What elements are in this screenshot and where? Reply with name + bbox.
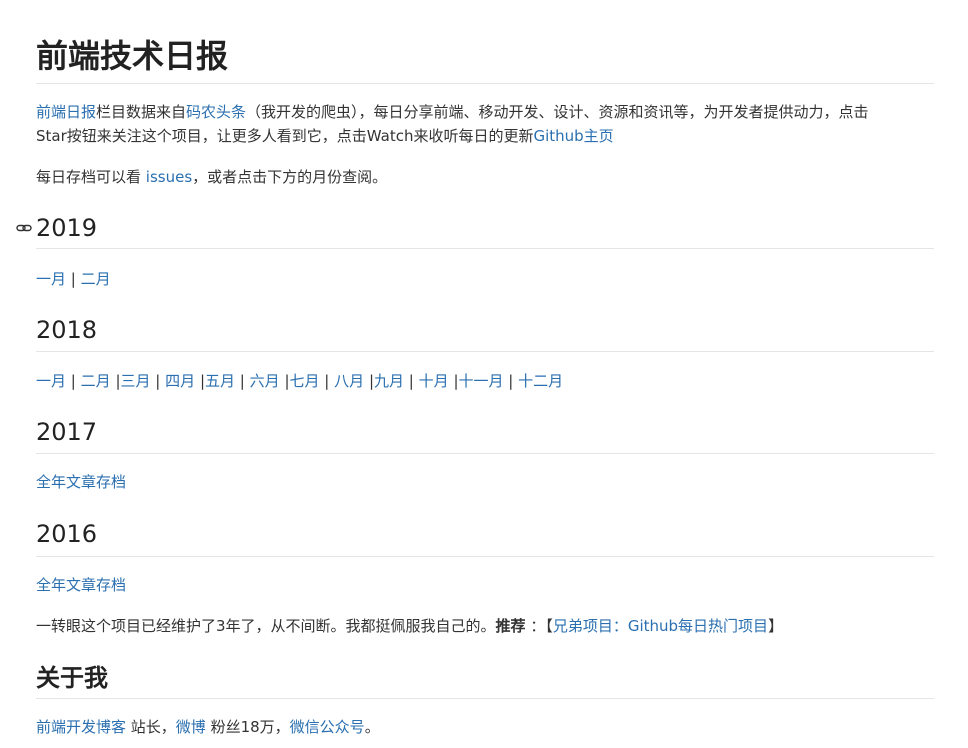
section-divider — [36, 556, 934, 557]
archive-2017: 全年文章存档 — [36, 470, 934, 494]
months-2018: 一月 | 二月 |三月 | 四月 |五月 | 六月 |七月 | 八月 |九月 |… — [36, 372, 564, 390]
full-year-archive-link[interactable]: 全年文章存档 — [36, 576, 126, 594]
month-link[interactable]: 七月 — [290, 372, 320, 390]
month-link[interactable]: 四月 — [165, 372, 195, 390]
month-link[interactable]: 八月 — [334, 372, 364, 390]
frontend-daily-link[interactable]: 前端日报 — [36, 103, 96, 121]
year-heading-2018: 2018 — [36, 316, 98, 344]
about-heading: 关于我 — [36, 664, 108, 692]
section-divider — [36, 248, 934, 249]
month-link[interactable]: 十一月 — [459, 372, 504, 390]
months-2019: 一月 | 二月 — [36, 270, 111, 288]
month-link[interactable]: 五月 — [205, 372, 235, 390]
section-divider — [36, 351, 934, 352]
recommend-label: 推荐 — [495, 617, 526, 635]
year-heading-2016: 2016 — [36, 520, 98, 548]
section-divider — [36, 453, 934, 454]
month-link[interactable]: 六月 — [250, 372, 280, 390]
manong-toutiao-link[interactable]: 码农头条 — [186, 103, 246, 121]
weibo-link[interactable]: 微博 — [176, 718, 206, 736]
full-year-archive-link[interactable]: 全年文章存档 — [36, 473, 126, 491]
month-link[interactable]: 十二月 — [518, 372, 563, 390]
archive-paragraph: 每日存档可以看 issues，或者点击下方的月份查阅。 — [36, 168, 388, 186]
issues-link[interactable]: issues — [146, 168, 192, 186]
github-home-link[interactable]: Github主页 — [533, 127, 613, 145]
month-link[interactable]: 一月 — [36, 270, 66, 288]
month-link[interactable]: 九月 — [374, 372, 404, 390]
intro-paragraph: 前端日报栏目数据来自码农头条（我开发的爬虫），每日分享前端、移动开发、设计、资源… — [36, 103, 869, 145]
year-heading-2017: 2017 — [36, 418, 98, 446]
link-anchor-icon[interactable] — [16, 220, 32, 236]
title-divider — [36, 83, 934, 84]
month-link[interactable]: 十月 — [419, 372, 449, 390]
month-link[interactable]: 二月 — [81, 372, 111, 390]
year-heading-2019: 2019 — [36, 214, 98, 242]
month-link[interactable]: 三月 — [121, 372, 151, 390]
closing-paragraph: 一转眼这个项目已经维护了3年了，从不间断。我都挺佩服我自己的。推荐 ：【兄弟项目… — [36, 617, 784, 635]
about-paragraph: 前端开发博客 站长，微博 粉丝18万，微信公众号。 — [36, 718, 380, 736]
section-divider — [36, 698, 934, 699]
sibling-project-link[interactable]: 兄弟项目：Github每日热门项目 — [553, 617, 768, 635]
archive-2016: 全年文章存档 — [36, 573, 934, 597]
wechat-link[interactable]: 微信公众号 — [290, 718, 365, 736]
month-link[interactable]: 一月 — [36, 372, 66, 390]
month-link[interactable]: 二月 — [81, 270, 111, 288]
blog-link[interactable]: 前端开发博客 — [36, 718, 126, 736]
page-title: 前端技术日报 — [36, 37, 229, 75]
